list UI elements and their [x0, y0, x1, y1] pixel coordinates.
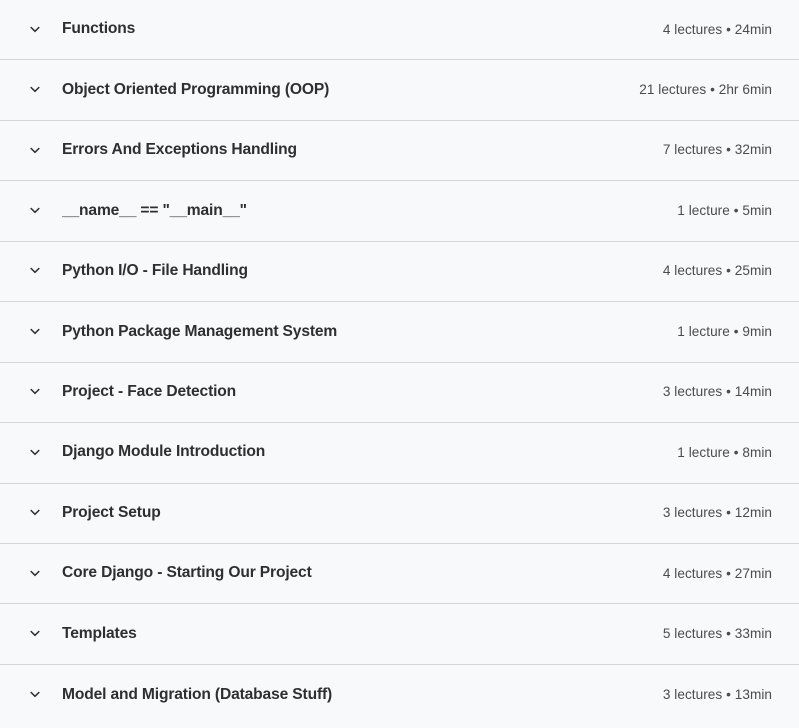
section-row-left: Object Oriented Programming (OOP): [27, 81, 619, 100]
section-meta: 3 lectures • 12min: [662, 505, 772, 521]
section-row-left: Templates: [27, 625, 643, 644]
section-meta: 3 lectures • 13min: [662, 686, 772, 702]
chevron-down-icon[interactable]: [27, 263, 43, 279]
curriculum-section-row[interactable]: Django Module Introduction 1 lecture • 8m…: [0, 423, 799, 484]
section-row-left: Project Setup: [27, 504, 643, 523]
section-row-left: Python I/O - File Handling: [27, 262, 643, 281]
section-title: Functions: [62, 20, 136, 38]
chevron-down-icon[interactable]: [27, 626, 43, 642]
section-title: Object Oriented Programming (OOP): [62, 80, 330, 98]
curriculum-section-row[interactable]: Errors And Exceptions Handling 7 lectures…: [0, 120, 799, 182]
curriculum-section-row[interactable]: Project - Face Detection 3 lectures • 14m…: [0, 362, 799, 424]
curriculum-section-row[interactable]: Project Setup 3 lectures • 12min: [0, 483, 799, 544]
curriculum-section-row[interactable]: Templates 5 lectures • 33min: [0, 604, 799, 665]
section-row-left: Project - Face Detection: [27, 383, 643, 402]
section-meta: 7 lectures • 32min: [662, 142, 772, 158]
section-row-left: Errors And Exceptions Handling: [27, 141, 643, 160]
section-meta: 21 lectures • 2hr 6min: [639, 82, 772, 97]
chevron-down-icon[interactable]: [27, 324, 43, 340]
course-curriculum-list: Functions 4 lectures • 24min Object Orient…: [0, 0, 799, 728]
section-meta: 3 lectures • 14min: [662, 384, 772, 400]
chevron-down-icon[interactable]: [27, 384, 43, 400]
section-title: Python I/O - File Handling: [62, 262, 248, 280]
section-title: Errors And Exceptions Handling: [62, 141, 297, 159]
chevron-down-icon[interactable]: [27, 445, 43, 461]
curriculum-section-row[interactable]: Core Django - Starting Our Project 4 lect…: [0, 543, 799, 605]
section-meta: 1 lecture • 5min: [677, 202, 772, 218]
section-meta: 5 lectures • 33min: [662, 625, 772, 641]
section-row-left: __name__ == "__main__": [27, 202, 657, 221]
section-row-left: Core Django - Starting Our Project: [27, 564, 643, 583]
chevron-down-icon[interactable]: [27, 143, 43, 159]
section-title: Templates: [62, 624, 137, 642]
section-row-left: Model and Migration (Database Stuff): [27, 686, 643, 705]
curriculum-section-row[interactable]: Functions 4 lectures • 24min: [0, 0, 799, 61]
section-meta: 4 lectures • 24min: [662, 21, 772, 37]
curriculum-section-row[interactable]: Model and Migration (Database Stuff) 3 le…: [0, 664, 799, 726]
chevron-down-icon[interactable]: [27, 22, 43, 38]
section-row-left: Django Module Introduction: [27, 443, 657, 462]
section-title: Python Package Management System: [62, 322, 338, 340]
section-meta: 1 lecture • 9min: [677, 323, 772, 339]
chevron-down-icon[interactable]: [27, 82, 43, 98]
section-title: __name__ == "__main__": [62, 201, 247, 219]
section-title: Django Module Introduction: [62, 443, 266, 461]
curriculum-section-row[interactable]: Python I/O - File Handling 4 lectures • 2…: [0, 241, 799, 303]
section-meta: 4 lectures • 25min: [662, 263, 772, 279]
curriculum-section-row[interactable]: Python Package Management System 1 lectur…: [0, 302, 799, 363]
section-meta: 4 lectures • 27min: [662, 565, 772, 581]
section-row-left: Functions: [27, 20, 643, 39]
chevron-down-icon[interactable]: [27, 505, 43, 521]
section-title: Project - Face Detection: [62, 382, 237, 400]
section-title: Core Django - Starting Our Project: [62, 564, 312, 582]
section-title: Project Setup: [62, 503, 161, 521]
section-title: Model and Migration (Database Stuff): [62, 685, 333, 703]
chevron-down-icon[interactable]: [27, 566, 43, 582]
section-row-left: Python Package Management System: [27, 323, 657, 342]
chevron-down-icon[interactable]: [27, 687, 43, 703]
curriculum-section-row[interactable]: __name__ == "__main__" 1 lecture • 5min: [0, 181, 799, 242]
curriculum-section-row[interactable]: Object Oriented Programming (OOP) 21 lect…: [0, 60, 799, 121]
chevron-down-icon[interactable]: [27, 203, 43, 219]
section-meta: 1 lecture • 8min: [677, 444, 772, 460]
